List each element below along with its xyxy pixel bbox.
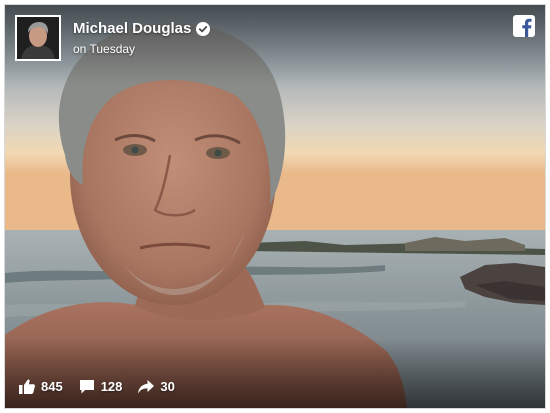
share-arrow-icon — [138, 379, 155, 393]
bottom-gradient-overlay — [5, 338, 545, 408]
likes-stat[interactable]: 845 — [19, 379, 63, 394]
shares-stat[interactable]: 30 — [138, 379, 175, 394]
author-name[interactable]: Michael Douglas — [73, 20, 191, 37]
verified-check-icon — [196, 21, 211, 36]
post-timestamp[interactable]: on Tuesday — [73, 42, 135, 56]
comments-stat[interactable]: 128 — [79, 379, 123, 394]
thumbs-up-icon — [19, 379, 35, 394]
facebook-icon[interactable] — [513, 15, 535, 37]
comments-count: 128 — [100, 379, 123, 394]
engagement-stats: 845 128 30 — [19, 379, 175, 394]
avatar[interactable] — [15, 15, 61, 61]
post-card: Michael Douglas on Tuesday 845 128 30 — [4, 4, 546, 409]
shares-count: 30 — [160, 379, 175, 394]
author-row: Michael Douglas — [73, 20, 211, 37]
likes-count: 845 — [41, 379, 63, 394]
comment-bubble-icon — [79, 380, 94, 394]
